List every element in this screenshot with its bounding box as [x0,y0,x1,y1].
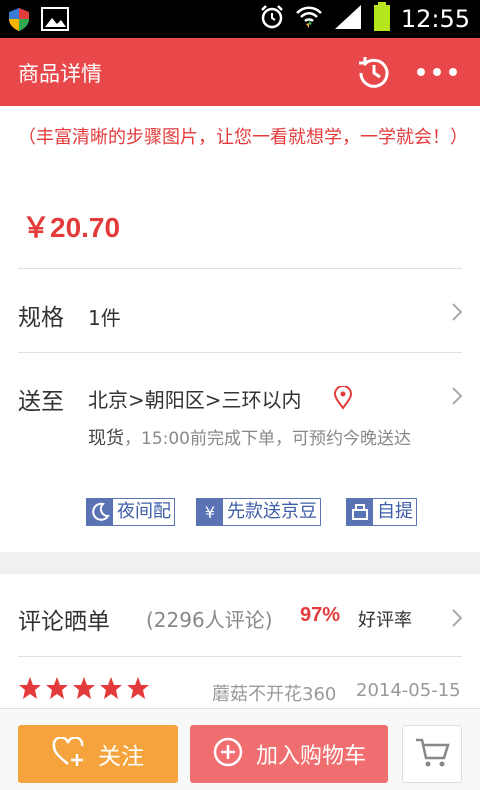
cart-button[interactable] [402,725,462,783]
app-bar: 商品详情 [0,38,480,106]
chevron-right-icon [451,302,463,322]
bottom-action-bar: 关注 加入购物车 [0,708,480,790]
battery-icon [373,2,391,36]
divider [18,352,462,353]
more-icon[interactable] [417,60,457,84]
star-icon [100,677,122,699]
add-to-cart-button[interactable]: 加入购物车 [190,725,388,783]
yen-icon: ¥ [197,499,223,525]
reviews-title: 评论晒单 [18,609,110,635]
star-icon [46,677,68,699]
product-price: ￥20.70 [22,212,121,243]
star-icon [127,677,149,699]
image-icon [40,6,70,36]
spec-value: 1件 [88,306,121,330]
spec-label: 规格 [18,305,64,331]
shipping-note-text: ，15:00前完成下单，可预约今晚送达 [124,429,411,449]
shipping-label: 送至 [18,389,64,415]
tag-night-delivery: 夜间配 [86,498,175,526]
status-bar: 12:55 [0,0,480,38]
tag-label: 夜间配 [117,501,171,522]
positive-rate-label: 好评率 [358,610,412,631]
chevron-right-icon [451,386,463,406]
chevron-right-icon [451,608,463,628]
follow-button[interactable]: 关注 [18,725,178,783]
tag-label: 自提 [377,501,413,522]
location-pin-icon [333,385,353,410]
signal-icon [333,3,363,35]
heart-plus-icon [52,736,86,771]
shopping-cart-icon [414,736,450,772]
review-date: 2014-05-15 [356,680,461,701]
divider [18,268,462,269]
product-info-card: （丰富清晰的步骤图片，让您一看就想学，一学就会！） ￥20.70 规格 1件 送… [0,106,480,552]
page-title: 商品详情 [18,62,102,86]
stock-status: 现货 [88,428,124,449]
history-icon[interactable] [356,55,392,91]
pickup-icon [347,499,373,525]
add-to-cart-label: 加入购物车 [255,744,366,769]
tag-prepay-beans: ¥ 先款送京豆 [196,498,321,526]
product-subtitle: （丰富清晰的步骤图片，让您一看就想学，一学就会！） [18,127,468,148]
star-icon [19,677,41,699]
positive-rate-percent: 97% [300,604,341,626]
alarm-icon [259,4,285,34]
status-time: 12:55 [400,5,470,33]
plus-circle-icon [212,736,244,772]
reviews-count: (2296人评论) [146,608,273,632]
shield-app-icon [6,6,32,36]
review-username: 蘑菇不开花360 [212,684,337,705]
follow-label: 关注 [98,744,144,770]
review-stars [18,676,150,700]
shipping-note: 现货，15:00前完成下单，可预约今晚送达 [88,426,448,452]
tag-self-pickup: 自提 [346,498,417,526]
wifi-icon [295,4,323,34]
tag-label: 先款送京豆 [227,501,317,522]
star-icon [73,677,95,699]
moon-icon [87,499,113,525]
shipping-location: 北京>朝阳区>三环以内 [88,388,302,412]
divider [18,656,462,657]
